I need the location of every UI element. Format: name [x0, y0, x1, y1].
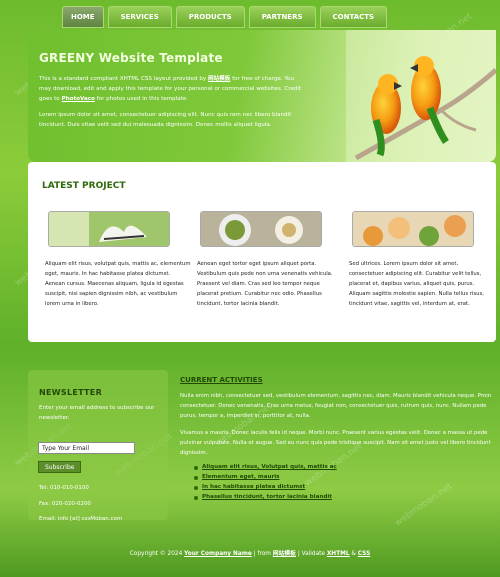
- nav-home[interactable]: HOME: [62, 6, 104, 28]
- activities-link-4[interactable]: Phasellus tincidunt, tortor lacinia blan…: [194, 494, 337, 504]
- nav-services[interactable]: SERVICES: [107, 6, 172, 28]
- footer: Copyright © 2024 Your Company Name | fro…: [0, 548, 500, 557]
- hero-intro: This is a standard compliant XHTML CSS l…: [39, 74, 304, 104]
- footer-xhtml-link[interactable]: XHTML: [327, 551, 350, 557]
- activities-title: CURRENT ACTIVITIES: [180, 376, 263, 384]
- email-input[interactable]: [38, 442, 135, 454]
- footer-text: | Validate: [295, 551, 327, 557]
- activities-link-2[interactable]: Elementum eget, mauris: [194, 474, 337, 484]
- parrot-image: [346, 30, 496, 162]
- hero-banner: GREENY Website Template This is a standa…: [28, 30, 496, 162]
- nav-contacts[interactable]: CONTACTS: [319, 6, 388, 28]
- project-thumbnail-plates[interactable]: [200, 211, 322, 247]
- activities-link-1[interactable]: Aliquam elit risus, Volutpat quis, matti…: [194, 464, 337, 474]
- hero-title: GREENY Website Template: [39, 51, 223, 65]
- hero-link-site[interactable]: 网站模板: [208, 76, 230, 82]
- contact-tel: Tel: 010-010-0100: [39, 485, 89, 491]
- latest-project-title: LATEST PROJECT: [42, 181, 126, 191]
- project-text-2: Aenean eget tortor eget ipsum aliquet po…: [197, 261, 333, 307]
- latest-project-section: LATEST PROJECT Aliquam elit risus, volut…: [28, 162, 496, 342]
- hero-intro-text: This is a standard compliant XHTML CSS l…: [39, 76, 208, 82]
- activities-paragraph-1: Nulla enim nibh, consectetuer sed, vesti…: [180, 393, 492, 419]
- hero-intro-text: for photos used in this template.: [94, 96, 189, 102]
- footer-from-link[interactable]: 网站模板: [273, 551, 296, 557]
- contact-fax: Fax: 020-020-0200: [39, 501, 91, 507]
- activities-paragraph-2: Vivamus a mauris. Donec iaculis felis id…: [180, 430, 491, 456]
- footer-text: &: [349, 551, 358, 557]
- lower-section: NEWSLETTER Enter your email address to s…: [28, 356, 496, 530]
- activities-list: Aliquam elit risus, Volutpat quis, matti…: [194, 464, 337, 504]
- activities-link-3[interactable]: In hac habitasse platea dictumst: [194, 484, 337, 494]
- newsletter-description: Enter your email address to subscribe ou…: [39, 405, 155, 421]
- subscribe-button[interactable]: Subscribe: [38, 461, 82, 473]
- project-thumbnail-food[interactable]: [352, 211, 474, 247]
- project-thumbnail-butterfly[interactable]: [48, 211, 170, 247]
- project-text-1: Aliquam elit risus, volutpat quis, matti…: [45, 261, 191, 307]
- main-nav: HOME SERVICES PRODUCTS PARTNERS CONTACTS: [62, 6, 388, 28]
- hero-link-photovaco[interactable]: PhotoVaco: [62, 96, 95, 102]
- footer-css-link[interactable]: CSS: [358, 551, 370, 557]
- hero-lorem: Lorem ipsum dolor sit amet, consectetuer…: [39, 112, 292, 128]
- newsletter-box: NEWSLETTER Enter your email address to s…: [28, 370, 168, 522]
- footer-company-link[interactable]: Your Company Name: [184, 551, 252, 557]
- project-text-3: Sed ultrices. Lorem ipsum dolor sit amet…: [349, 261, 484, 307]
- contact-email: Email: info [at] cssMoban.com: [39, 516, 123, 522]
- newsletter-title: NEWSLETTER: [39, 388, 103, 397]
- footer-text: | from: [251, 551, 273, 557]
- footer-copyright: Copyright © 2024: [129, 551, 185, 557]
- nav-products[interactable]: PRODUCTS: [175, 6, 245, 28]
- nav-partners[interactable]: PARTNERS: [248, 6, 316, 28]
